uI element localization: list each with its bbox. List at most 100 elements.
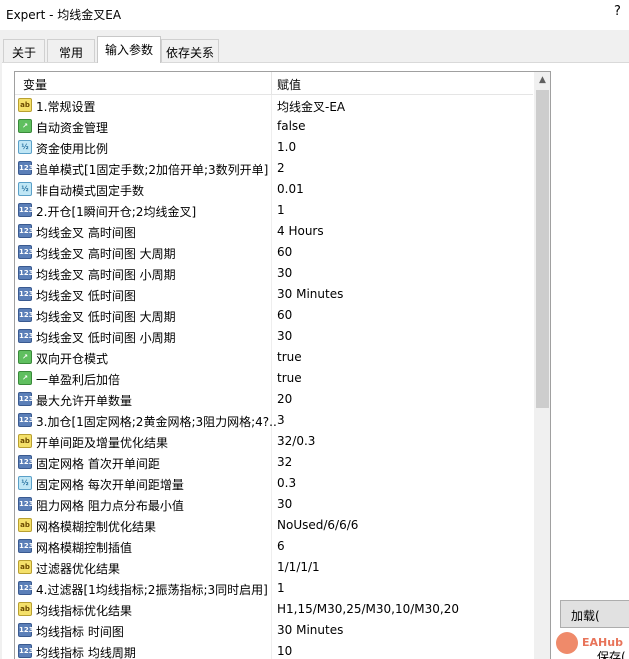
header-divider[interactable] bbox=[271, 72, 272, 95]
parameter-row[interactable]: 123 2.开仓[1瞬间开仓;2均线金叉] 1 bbox=[15, 200, 533, 221]
parameter-row[interactable]: ½ 资金使用比例 1.0 bbox=[15, 137, 533, 158]
parameter-name: 阻力网格 阻力点分布最小值 bbox=[36, 499, 184, 513]
parameter-value[interactable]: 10 bbox=[277, 644, 292, 658]
parameter-row[interactable]: ab 均线指标优化结果 H1,15/M30,25/M30,10/M30,20 bbox=[15, 599, 533, 620]
parameter-row[interactable]: ab 过滤器优化结果 1/1/1/1 bbox=[15, 557, 533, 578]
type-int-icon: 123 bbox=[18, 623, 34, 637]
parameter-value[interactable]: 60 bbox=[277, 308, 292, 322]
watermark-icon bbox=[556, 632, 578, 654]
save-button[interactable]: 保存( bbox=[597, 648, 626, 659]
parameter-name: 双向开仓模式 bbox=[36, 352, 109, 366]
vertical-scrollbar[interactable]: ▲ bbox=[534, 72, 550, 659]
parameters-grid: 变量 赋值 ab 1.常规设置 均线金叉-EA ↗ 自动资金管理 false ½ 资金使用比例… bbox=[14, 71, 551, 659]
parameter-value[interactable]: 30 bbox=[277, 329, 292, 343]
load-button[interactable]: 加载( bbox=[560, 600, 629, 628]
type-ab-icon: ab bbox=[18, 560, 32, 574]
parameter-value[interactable]: NoUsed/6/6/6 bbox=[277, 518, 358, 532]
parameter-row[interactable]: 123 均线金叉 高时间图 4 Hours bbox=[15, 221, 533, 242]
parameter-row[interactable]: 123 均线指标 时间图 30 Minutes bbox=[15, 620, 533, 641]
parameter-name: 最大允许开单数量 bbox=[36, 394, 133, 408]
parameter-row[interactable]: ab 1.常规设置 均线金叉-EA bbox=[15, 95, 533, 116]
parameter-row[interactable]: 123 均线金叉 低时间图 小周期 30 bbox=[15, 326, 533, 347]
parameter-row[interactable]: ½ 非自动模式固定手数 0.01 bbox=[15, 179, 533, 200]
parameter-row[interactable]: ↗ 一单盈利后加倍 true bbox=[15, 368, 533, 389]
help-button[interactable]: ? bbox=[614, 4, 621, 19]
parameter-value[interactable]: false bbox=[277, 119, 306, 133]
tab-common[interactable]: 常用 bbox=[47, 39, 95, 62]
type-int-icon: 123 bbox=[18, 287, 34, 301]
parameter-value[interactable]: 1 bbox=[277, 581, 285, 595]
type-int-icon: 123 bbox=[18, 392, 34, 406]
parameter-value[interactable]: true bbox=[277, 371, 302, 385]
type-ab-icon: ab bbox=[18, 518, 32, 532]
parameter-value[interactable]: 60 bbox=[277, 245, 292, 259]
parameter-value[interactable]: 6 bbox=[277, 539, 285, 553]
parameter-value[interactable]: 32/0.3 bbox=[277, 434, 315, 448]
parameter-value[interactable]: H1,15/M30,25/M30,10/M30,20 bbox=[277, 602, 459, 616]
parameter-value[interactable]: 30 bbox=[277, 266, 292, 280]
type-dbl-icon: ½ bbox=[18, 140, 32, 154]
parameter-name: 均线金叉 低时间图 小周期 bbox=[36, 331, 176, 345]
parameter-row[interactable]: ↗ 双向开仓模式 true bbox=[15, 347, 533, 368]
parameter-value[interactable]: 4 Hours bbox=[277, 224, 324, 238]
parameter-name: 均线金叉 高时间图 bbox=[36, 226, 136, 240]
parameter-row[interactable]: 123 均线金叉 低时间图 30 Minutes bbox=[15, 284, 533, 305]
parameter-row[interactable]: 123 网格模糊控制插值 6 bbox=[15, 536, 533, 557]
type-int-icon: 123 bbox=[18, 644, 34, 658]
tab-strip: 关于 常用 输入参数 依存关系 bbox=[0, 36, 629, 63]
parameter-name: 开单间距及增量优化结果 bbox=[36, 436, 169, 450]
parameter-value[interactable]: 均线金叉-EA bbox=[277, 98, 345, 115]
parameter-row[interactable]: 123 3.加仓[1固定网格;2黄金网格;3阻力网格;4?.. 3 bbox=[15, 410, 533, 431]
type-ab-icon: ab bbox=[18, 602, 32, 616]
parameter-row[interactable]: ↗ 自动资金管理 false bbox=[15, 116, 533, 137]
column-header-variable[interactable]: 变量 bbox=[23, 76, 47, 93]
parameter-row[interactable]: 123 均线金叉 高时间图 大周期 60 bbox=[15, 242, 533, 263]
parameter-value[interactable]: 1/1/1/1 bbox=[277, 560, 320, 574]
scroll-up-icon[interactable]: ▲ bbox=[534, 72, 550, 89]
column-header-value[interactable]: 赋值 bbox=[277, 76, 301, 93]
type-int-icon: 123 bbox=[18, 161, 34, 175]
tab-about[interactable]: 关于 bbox=[3, 39, 45, 62]
parameter-name: 固定网格 首次开单间距 bbox=[36, 457, 160, 471]
parameter-name: 网格模糊控制优化结果 bbox=[36, 520, 157, 534]
parameter-name: 过滤器优化结果 bbox=[36, 562, 121, 576]
parameter-name: 均线金叉 低时间图 bbox=[36, 289, 136, 303]
type-bool-icon: ↗ bbox=[18, 371, 32, 385]
parameter-value[interactable]: 1.0 bbox=[277, 140, 296, 154]
parameter-rows: ab 1.常规设置 均线金叉-EA ↗ 自动资金管理 false ½ 资金使用比例 1.0 123… bbox=[15, 95, 533, 659]
parameter-value[interactable]: 30 bbox=[277, 497, 292, 511]
parameter-row[interactable]: 123 均线指标 均线周期 10 bbox=[15, 641, 533, 659]
parameter-row[interactable]: 123 均线金叉 高时间图 小周期 30 bbox=[15, 263, 533, 284]
parameter-value[interactable]: 30 Minutes bbox=[277, 623, 343, 637]
parameter-row[interactable]: 123 固定网格 首次开单间距 32 bbox=[15, 452, 533, 473]
parameter-value[interactable]: true bbox=[277, 350, 302, 364]
parameter-value[interactable]: 3 bbox=[277, 413, 285, 427]
type-int-icon: 123 bbox=[18, 203, 34, 217]
parameter-value[interactable]: 30 Minutes bbox=[277, 287, 343, 301]
parameter-value[interactable]: 20 bbox=[277, 392, 292, 406]
parameter-row[interactable]: ab 开单间距及增量优化结果 32/0.3 bbox=[15, 431, 533, 452]
parameter-row[interactable]: ab 网格模糊控制优化结果 NoUsed/6/6/6 bbox=[15, 515, 533, 536]
tab-inputs[interactable]: 输入参数 bbox=[97, 36, 161, 63]
parameter-row[interactable]: 123 阻力网格 阻力点分布最小值 30 bbox=[15, 494, 533, 515]
parameter-value[interactable]: 0.3 bbox=[277, 476, 296, 490]
parameter-value[interactable]: 0.01 bbox=[277, 182, 304, 196]
type-int-icon: 123 bbox=[18, 497, 34, 511]
parameter-row[interactable]: 123 4.过滤器[1均线指标;2振荡指标;3同时启用] 1 bbox=[15, 578, 533, 599]
tab-dependencies[interactable]: 依存关系 bbox=[161, 39, 219, 62]
parameter-value[interactable]: 1 bbox=[277, 203, 285, 217]
parameter-row[interactable]: 123 均线金叉 低时间图 大周期 60 bbox=[15, 305, 533, 326]
parameter-row[interactable]: ½ 固定网格 每次开单间距增量 0.3 bbox=[15, 473, 533, 494]
parameter-name: 1.常规设置 bbox=[36, 100, 96, 114]
type-int-icon: 123 bbox=[18, 539, 34, 553]
parameter-value[interactable]: 2 bbox=[277, 161, 285, 175]
parameter-row[interactable]: 123 追单模式[1固定手数;2加倍开单;3数列开单] 2 bbox=[15, 158, 533, 179]
type-dbl-icon: ½ bbox=[18, 182, 32, 196]
parameter-value[interactable]: 32 bbox=[277, 455, 292, 469]
parameter-name: 固定网格 每次开单间距增量 bbox=[36, 478, 184, 492]
scroll-thumb[interactable] bbox=[536, 90, 549, 408]
parameter-name: 一单盈利后加倍 bbox=[36, 373, 121, 387]
parameter-name: 4.过滤器[1均线指标;2振荡指标;3同时启用] bbox=[36, 583, 268, 597]
parameter-name: 自动资金管理 bbox=[36, 121, 109, 135]
parameter-row[interactable]: 123 最大允许开单数量 20 bbox=[15, 389, 533, 410]
